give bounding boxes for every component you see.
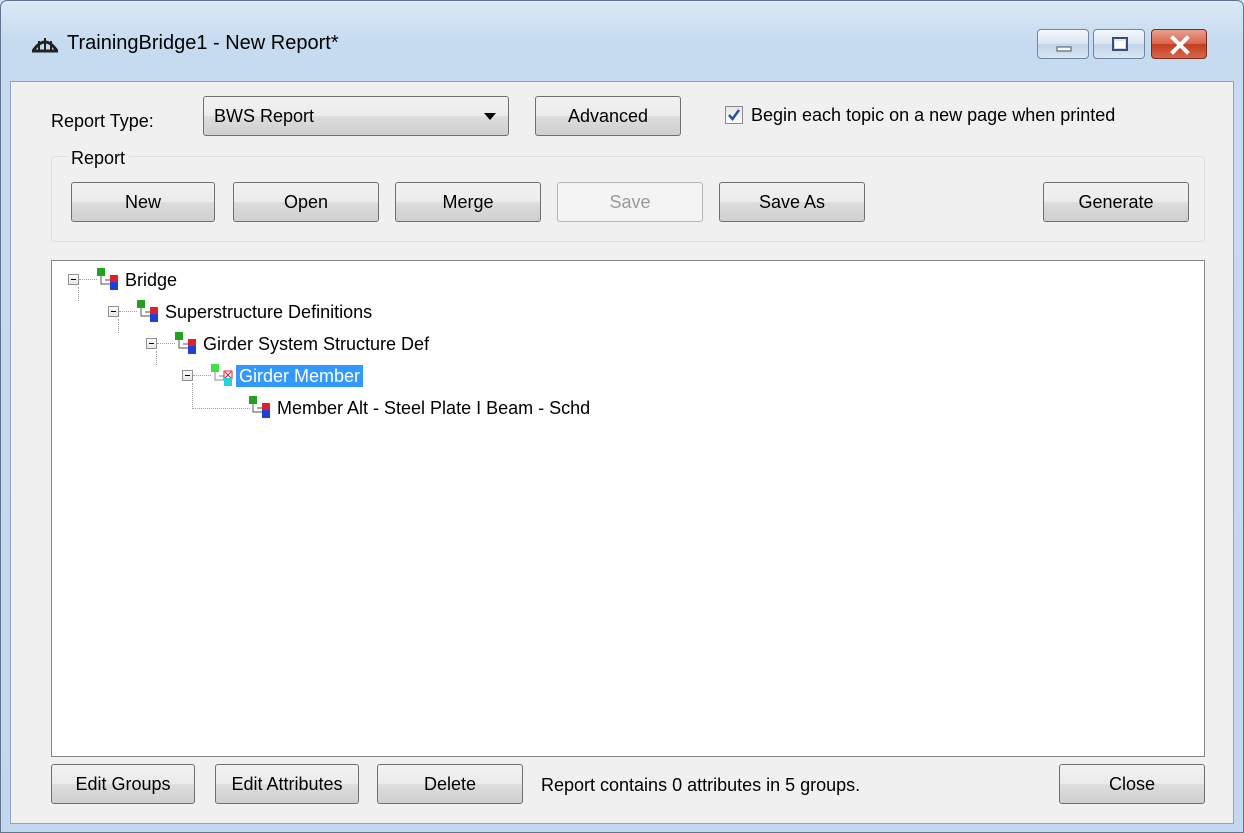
checkmark-icon [728,109,741,122]
bridge-app-icon [31,38,59,53]
tree-line [192,408,250,410]
collapse-icon[interactable] [108,306,119,317]
save-as-button[interactable]: Save As [719,182,865,222]
delete-button[interactable]: Delete [377,764,523,804]
tree-node-label: Bridge [125,270,178,290]
title-bar[interactable]: TrainingBridge1 - New Report* [1,1,1243,81]
maximize-button[interactable] [1093,29,1145,59]
close-icon [1170,35,1190,55]
collapse-icon[interactable] [68,274,79,285]
report-group-label: Report [67,148,130,168]
report-type-dropdown[interactable]: BWS Report [203,96,509,136]
advanced-button[interactable]: Advanced [535,96,681,136]
report-type-value: BWS Report [214,106,315,126]
tree-node-label: Superstructure Definitions [165,302,373,322]
new-page-checkbox[interactable] [725,106,743,124]
tree-node-label: Girder System Structure Def [203,334,430,354]
tree-line [119,311,137,313]
tree-node-label-selected: Girder Member [236,365,364,387]
member-node-icon [211,364,233,386]
close-window-button[interactable] [1151,29,1207,59]
minimize-icon [1056,46,1072,52]
definition-node-icon [137,300,158,322]
tree-line [79,279,97,281]
dropdown-arrow-icon [484,113,496,120]
bridge-node-icon [97,268,118,290]
tree-line [157,343,175,345]
merge-button[interactable]: Merge [395,182,541,222]
save-button[interactable]: Save [557,182,703,222]
minimize-button[interactable] [1037,29,1089,59]
tree-node-bridge[interactable]: Bridge [68,267,468,293]
generate-button[interactable]: Generate [1043,182,1189,222]
status-text: Report contains 0 attributes in 5 groups… [541,775,861,795]
new-button[interactable]: New [71,182,215,222]
window-title: TrainingBridge1 - New Report* [67,32,339,54]
open-button[interactable]: Open [233,182,379,222]
maximize-icon [1112,37,1128,51]
tree-node-label: Member Alt - Steel Plate I Beam - Schd [277,398,591,418]
structure-node-icon [175,332,196,354]
dialog-client-area: Report Type: BWS Report Advanced Begin e… [10,81,1234,824]
close-button[interactable]: Close [1059,764,1205,804]
tree-node-superstructure-definitions[interactable]: Superstructure Definitions [108,299,508,325]
member-alt-node-icon [249,396,270,418]
tree-node-girder-system-structure-def[interactable]: Girder System Structure Def [146,331,566,357]
report-tree[interactable]: Bridge Superstructure Definitions Girder… [51,260,1205,757]
collapse-icon[interactable] [182,370,193,381]
tree-node-member-alt[interactable]: Member Alt - Steel Plate I Beam - Schd [182,395,702,421]
report-window: TrainingBridge1 - New Report* Report Typ… [0,0,1244,833]
report-type-label: Report Type: [51,111,154,131]
tree-node-girder-member[interactable]: Girder Member [182,363,582,389]
new-page-checkbox-label[interactable]: Begin each topic on a new page when prin… [751,104,1115,126]
edit-groups-button[interactable]: Edit Groups [51,764,195,804]
tree-line [193,375,211,377]
edit-attributes-button[interactable]: Edit Attributes [215,764,359,804]
collapse-icon[interactable] [146,338,157,349]
